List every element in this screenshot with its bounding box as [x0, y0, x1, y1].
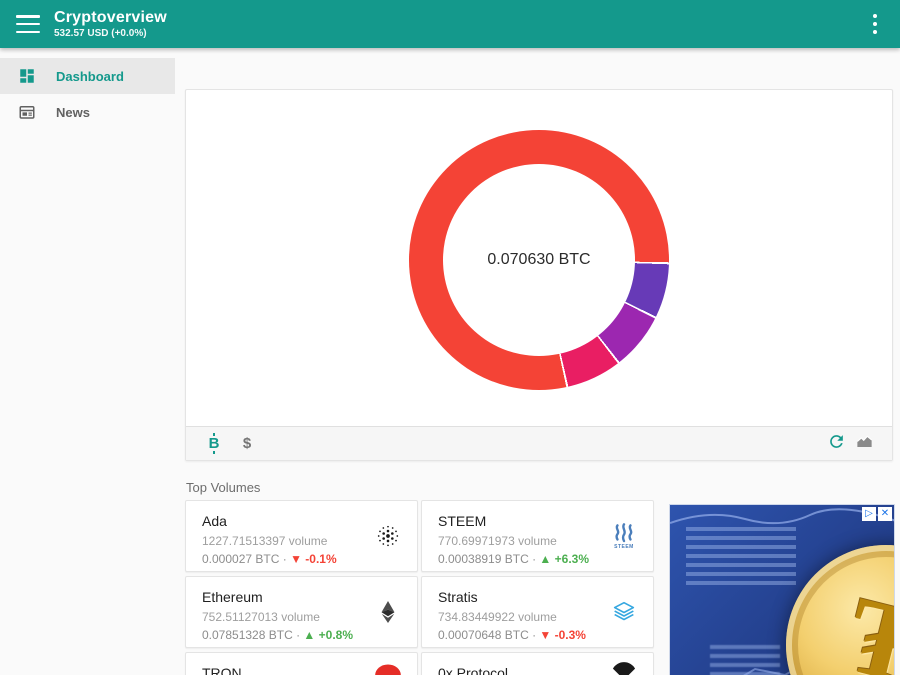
stratis-icon — [609, 595, 639, 629]
volume-card-ada[interactable]: Ada 1227.71513397 volume 0.000027 BTC · … — [185, 500, 418, 572]
sidebar-item-label: News — [56, 105, 90, 120]
header-title-block: Cryptoverview 532.57 USD (+0.0%) — [54, 9, 167, 39]
coin-volume: 734.83449922 volume — [438, 610, 637, 624]
volume-card-steem[interactable]: STEEM 770.69971973 volume 0.00038919 BTC… — [421, 500, 654, 572]
chart-view-button[interactable] — [850, 430, 878, 458]
app-title: Cryptoverview — [54, 9, 167, 27]
sidebar: Dashboard News — [0, 48, 175, 675]
coin-price-line: 0.07851328 BTC · ▲ +0.8% — [202, 628, 401, 642]
hamburger-menu-icon[interactable] — [16, 15, 40, 33]
refresh-button[interactable] — [822, 430, 850, 458]
donut-center-label: 0.070630 BTC — [487, 251, 590, 269]
coin-price-line: 0.00038919 BTC · ▲ +6.3% — [438, 552, 637, 566]
chart-toolbar: B $ — [186, 426, 892, 460]
volume-card-ethereum[interactable]: Ethereum 752.51127013 volume 0.07851328 … — [185, 576, 418, 648]
portfolio-value: 532.57 USD (+0.0%) — [54, 28, 167, 39]
overflow-menu-icon[interactable] — [868, 14, 882, 34]
coin-volume: 752.51127013 volume — [202, 610, 401, 624]
dollar-icon: $ — [243, 435, 251, 452]
top-volumes-title: Top Volumes — [186, 480, 260, 495]
sidebar-item-news[interactable]: News — [0, 94, 175, 130]
coin-volume: 770.69971973 volume — [438, 534, 637, 548]
coin-name: Stratis — [438, 589, 637, 605]
sidebar-item-dashboard[interactable]: Dashboard — [0, 58, 175, 94]
coin-name: TRON — [202, 665, 401, 675]
app-root: Cryptoverview 532.57 USD (+0.0%) Dashboa… — [0, 0, 900, 675]
ethereum-icon — [373, 595, 403, 629]
btc-currency-button[interactable]: B — [200, 430, 228, 458]
steem-icon: STEEM — [609, 519, 639, 553]
portfolio-chart-card: 0.070630 BTC B $ — [185, 89, 893, 461]
zerox-icon — [609, 658, 639, 675]
tron-icon — [373, 658, 403, 675]
coin-name: Ada — [202, 513, 401, 529]
adchoices-icon[interactable]: ▷ — [862, 507, 876, 521]
coin-name: STEEM — [438, 513, 637, 529]
news-icon — [18, 103, 36, 121]
bitcoin-icon: B — [209, 436, 220, 451]
steem-wordmark: STEEM — [614, 544, 634, 550]
coin-name: Ethereum — [202, 589, 401, 605]
coin-price-line: 0.000027 BTC · ▼ -0.1% — [202, 552, 401, 566]
usd-currency-button[interactable]: $ — [228, 430, 256, 458]
ad-close-icon[interactable]: ✕ — [878, 507, 892, 521]
volume-card-0x-protocol[interactable]: 0x Protocol — [421, 652, 654, 675]
volume-card-stratis[interactable]: Stratis 734.83449922 volume 0.00070648 B… — [421, 576, 654, 648]
advertisement-banner[interactable]: ₮ ▷ ✕ — [669, 504, 895, 675]
volume-card-tron[interactable]: TRON — [185, 652, 418, 675]
coin-name: 0x Protocol — [438, 665, 637, 675]
area-chart-icon — [855, 432, 874, 456]
cardano-icon — [373, 519, 403, 553]
bitcoin-icon: ₮ — [835, 568, 895, 675]
refresh-icon — [827, 432, 846, 456]
coin-volume: 1227.71513397 volume — [202, 534, 401, 548]
sidebar-item-label: Dashboard — [56, 69, 124, 84]
dashboard-icon — [18, 67, 36, 85]
top-volumes-grid: Ada 1227.71513397 volume 0.000027 BTC · … — [185, 500, 655, 675]
coin-price-line: 0.00070648 BTC · ▼ -0.3% — [438, 628, 637, 642]
app-header: Cryptoverview 532.57 USD (+0.0%) — [0, 0, 900, 48]
donut-chart-area: 0.070630 BTC — [186, 90, 892, 428]
